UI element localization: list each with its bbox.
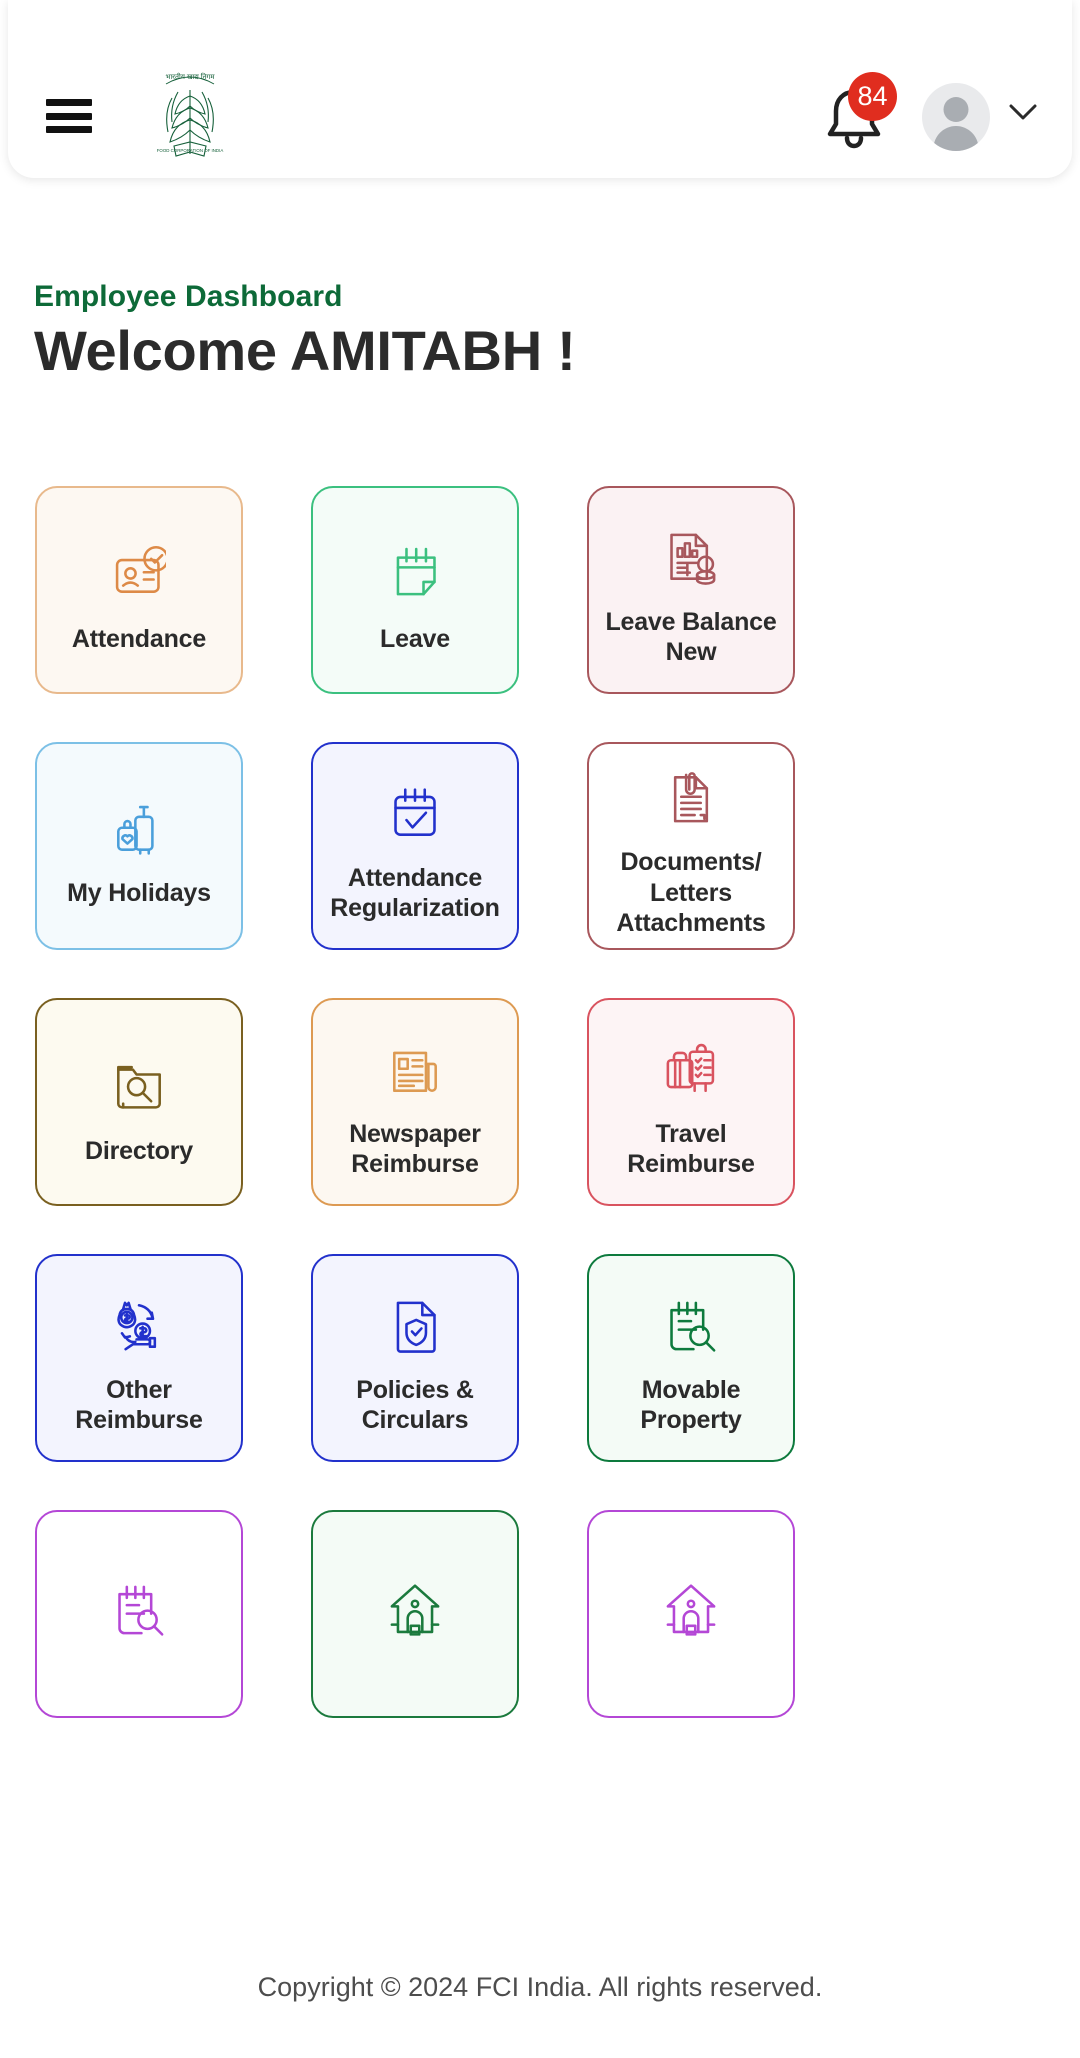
dashboard-card[interactable]: Policies & Circulars — [311, 1254, 519, 1462]
house-lock-purple-icon — [664, 1571, 718, 1649]
avatar[interactable] — [922, 83, 990, 151]
dashboard-card-label: Directory — [85, 1136, 193, 1165]
page-title: Welcome AMITABH ! — [34, 319, 576, 382]
luggage-icon — [112, 790, 166, 868]
dashboard-card-label: Attendance Regularization — [330, 863, 500, 923]
suitcase-clipboard-icon — [664, 1031, 718, 1109]
dashboard-card[interactable] — [587, 1510, 795, 1718]
dashboard-card[interactable]: Travel Reimburse — [587, 998, 795, 1206]
hamburger-menu-icon[interactable] — [46, 99, 92, 133]
dashboard-card[interactable]: Other Reimburse — [35, 1254, 243, 1462]
hamburger-bar — [46, 126, 92, 133]
dashboard-card-label: My Holidays — [67, 878, 211, 907]
hamburger-bar — [46, 112, 92, 120]
dashboard-card-label: Documents/ Letters Attachments — [616, 848, 766, 938]
dashboard-card[interactable]: Directory — [35, 998, 243, 1206]
dashboard-card[interactable]: Leave Balance New — [587, 486, 795, 694]
fci-logo[interactable]: भारतीय खाद्य निगम FOOD CORPORATION OF IN… — [148, 62, 232, 162]
hamburger-bar — [46, 99, 92, 106]
dashboard-card[interactable]: Attendance — [35, 486, 243, 694]
report-chart-search-icon — [664, 519, 718, 597]
newspaper-icon — [388, 1031, 442, 1109]
document-attachment-icon — [664, 759, 718, 837]
svg-text:भारतीय खाद्य निगम: भारतीय खाद्य निगम — [165, 72, 215, 81]
calendar-check-icon — [388, 775, 442, 853]
dashboard-card-grid: Attendance Leave Leave Balance New My Holid… — [35, 486, 1045, 1718]
dashboard-card-label: Leave Balance New — [605, 607, 777, 667]
footer-fade — [0, 1902, 1080, 1938]
dashboard-card[interactable] — [311, 1510, 519, 1718]
dashboard-card[interactable] — [35, 1510, 243, 1718]
dashboard-card-label: Travel Reimburse — [627, 1119, 755, 1179]
calendar-note-icon — [388, 532, 442, 610]
dashboard-card-label: Policies & Circulars — [356, 1375, 474, 1435]
id-card-check-icon — [112, 532, 166, 610]
money-exchange-icon — [112, 1287, 166, 1365]
copyright-text: Copyright © 2024 FCI India. All rights r… — [257, 1972, 823, 2002]
chevron-down-icon[interactable] — [1008, 103, 1038, 121]
avatar-body — [933, 126, 979, 151]
page-eyebrow: Employee Dashboard — [34, 280, 343, 313]
dashboard-card-label: Leave — [380, 624, 450, 653]
folder-search-icon — [112, 1044, 166, 1122]
dashboard-card[interactable]: Attendance Regularization — [311, 742, 519, 950]
svg-text:FOOD CORPORATION OF INDIA: FOOD CORPORATION OF INDIA — [157, 148, 224, 153]
dashboard-card-label: Other Reimburse — [75, 1375, 203, 1435]
document-shield-icon — [388, 1287, 442, 1365]
dashboard-card[interactable]: My Holidays — [35, 742, 243, 950]
house-lock-green-icon — [388, 1571, 442, 1649]
notepad-search-icon — [664, 1287, 718, 1365]
dashboard-card-label: Attendance — [71, 624, 207, 653]
notifications-button[interactable]: 84 — [818, 72, 897, 152]
app-footer: Copyright © 2024 FCI India. All rights r… — [0, 1938, 1080, 2058]
app-header: भारतीय खाद्य निगम FOOD CORPORATION OF IN… — [8, 0, 1072, 178]
dashboard-card[interactable]: Newspaper Reimburse — [311, 998, 519, 1206]
dashboard-card-label: Newspaper Reimburse — [349, 1119, 481, 1179]
dashboard-card[interactable]: Leave — [311, 486, 519, 694]
notepad-search-purple-icon — [112, 1571, 166, 1649]
notification-count-badge: 84 — [848, 72, 897, 121]
avatar-head — [943, 97, 969, 122]
dashboard-card-label: Movable Property — [640, 1375, 742, 1435]
dashboard-card[interactable]: Documents/ Letters Attachments — [587, 742, 795, 950]
dashboard-card[interactable]: Movable Property — [587, 1254, 795, 1462]
